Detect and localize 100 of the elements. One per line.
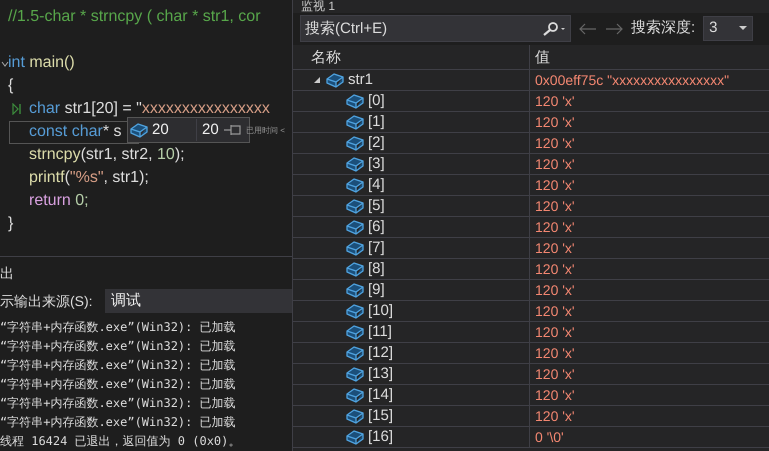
output-line: “字符串+内存函数.exe”(Win32): 已加载	[0, 395, 237, 412]
search-field[interactable]: 搜索(Ctrl+E)	[300, 15, 571, 42]
watch-row[interactable]: [9] 120 'x'	[293, 280, 769, 301]
watch-name: [15]	[368, 406, 394, 426]
back-arrow-icon[interactable]	[579, 22, 597, 34]
output-line: 线程 16424 已退出，返回值为 0 (0x0)。	[0, 433, 242, 450]
cube-icon	[346, 178, 364, 192]
watch-value: 120 'x'	[535, 112, 575, 132]
watch-row[interactable]: [16] 0 '\0'	[293, 427, 769, 448]
cube-icon	[346, 136, 364, 150]
watch-row[interactable]: [15] 120 'x'	[293, 406, 769, 427]
watch-value: 120 'x'	[535, 218, 575, 236]
watch-name: str1	[348, 70, 374, 90]
watch-row[interactable]: [10] 120 'x'	[293, 301, 769, 322]
watch-row[interactable]: [7] 120 'x'	[293, 238, 769, 259]
cube-icon	[346, 388, 364, 402]
cube-icon	[346, 262, 364, 276]
code-line: {	[8, 76, 14, 96]
code-line: return 0;	[29, 191, 89, 211]
watch-row[interactable]: [2] 120 'x'	[293, 133, 769, 154]
watch-name: [5]	[368, 196, 385, 216]
cube-icon	[346, 408, 364, 424]
watch-name: [8]	[368, 258, 385, 279]
code-line: printf("%s", str1);	[29, 168, 149, 188]
watch-value: 0x00eff75c "xxxxxxxxxxxxxxxx"	[535, 70, 730, 90]
watch-value: 120 'x'	[535, 280, 575, 300]
code-line: //1.5-char * strncpy ( char * str1, cor	[8, 7, 261, 27]
watch-value: 120 'x'	[535, 238, 575, 258]
watch-name: [4]	[368, 174, 385, 195]
watch-value: 120 'x'	[535, 196, 575, 216]
watch-value: 120 'x'	[535, 302, 575, 320]
watch-value: 120 'x'	[535, 260, 575, 278]
watch-value: 120 'x'	[535, 344, 575, 362]
cube-icon	[346, 324, 364, 340]
watch-value: 0 '\0'	[535, 428, 564, 446]
watch-name: [11]	[368, 322, 392, 342]
watch-value: 120 'x'	[535, 322, 575, 342]
watch-row[interactable]: str1 0x00eff75c "xxxxxxxxxxxxxxxx"	[293, 70, 769, 91]
watch-name: [2]	[368, 132, 385, 153]
code-line: int main()	[8, 53, 75, 73]
cube-icon	[346, 114, 364, 130]
source-label: 示输出来源(S):	[0, 292, 94, 311]
depth-label: 搜索深度:	[631, 18, 696, 38]
watch-name: [1]	[368, 112, 385, 132]
column-header[interactable]: 名称	[293, 45, 529, 69]
column-header[interactable]: 值	[529, 45, 769, 69]
cube-icon	[130, 122, 148, 138]
cube-icon	[346, 156, 364, 172]
pin-icon[interactable]	[222, 124, 241, 136]
watch-name: [13]	[368, 364, 394, 384]
watch-name: [14]	[368, 384, 394, 405]
watch-row[interactable]: [5] 120 'x'	[293, 196, 769, 217]
watch-row[interactable]: [8] 120 'x'	[293, 259, 769, 280]
watch-value: 120 'x'	[535, 92, 575, 110]
watch-row[interactable]: [12] 120 'x'	[293, 343, 769, 364]
watch-row[interactable]: [6] 120 'x'	[293, 217, 769, 238]
watch-row[interactable]: [13] 120 'x'	[293, 364, 769, 385]
watch-name: [12]	[368, 342, 394, 363]
datatip-name: 20	[152, 120, 170, 140]
cube-icon	[346, 430, 364, 444]
cube-icon	[346, 220, 364, 234]
depth-dropdown[interactable]: 3	[703, 16, 754, 41]
panel-title: 出	[0, 264, 15, 283]
elapsed-time-hint: 已用时间 <	[246, 125, 285, 137]
cube-icon	[346, 304, 364, 318]
forward-arrow-icon[interactable]	[605, 22, 623, 34]
watch-value: 120 'x'	[535, 154, 575, 174]
cube-icon	[346, 94, 364, 108]
cube-icon	[346, 240, 364, 256]
code-line: const char* s	[29, 122, 122, 142]
watch-row[interactable]: [14] 120 'x'	[293, 385, 769, 406]
cube-icon	[346, 366, 364, 382]
output-line: “字符串+内存函数.exe”(Win32): 已加载	[0, 414, 237, 431]
watch-value: 120 'x'	[535, 176, 575, 194]
watch-row[interactable]: [1] 120 'x'	[293, 112, 769, 133]
watch-name: [16]	[368, 426, 394, 447]
output-line: “字符串+内存函数.exe”(Win32): 已加载	[0, 376, 237, 393]
watch-row[interactable]: [0] 120 'x'	[293, 91, 769, 112]
output-line: “字符串+内存函数.exe”(Win32): 已加载	[0, 319, 237, 336]
code-line: strncpy(str1, str2, 10);	[29, 145, 185, 165]
code-line: char str1[20] = "xxxxxxxxxxxxxxxx	[29, 99, 270, 119]
watch-name: [7]	[368, 238, 385, 258]
code-line: }	[8, 214, 14, 234]
watch-value: 120 'x'	[535, 386, 575, 404]
caret-icon	[739, 26, 748, 31]
watch-row[interactable]: [3] 120 'x'	[293, 154, 769, 175]
expander-icon[interactable]	[313, 76, 321, 84]
source-dropdown[interactable]: 调试	[105, 289, 292, 313]
watch-value: 120 'x'	[535, 364, 575, 384]
search-icon[interactable]	[542, 22, 566, 36]
watch-value: 120 'x'	[535, 406, 575, 426]
cube-icon	[326, 72, 344, 88]
watch-row[interactable]: [11] 120 'x'	[293, 322, 769, 343]
watch-name: [6]	[368, 216, 385, 237]
output-line: “字符串+内存函数.exe”(Win32): 已加载	[0, 338, 237, 355]
collapse-icon[interactable]	[1, 61, 9, 67]
watch-name: [3]	[368, 154, 385, 174]
watch-value: 120 'x'	[535, 134, 575, 152]
cube-icon	[346, 282, 364, 298]
watch-row[interactable]: [4] 120 'x'	[293, 175, 769, 196]
